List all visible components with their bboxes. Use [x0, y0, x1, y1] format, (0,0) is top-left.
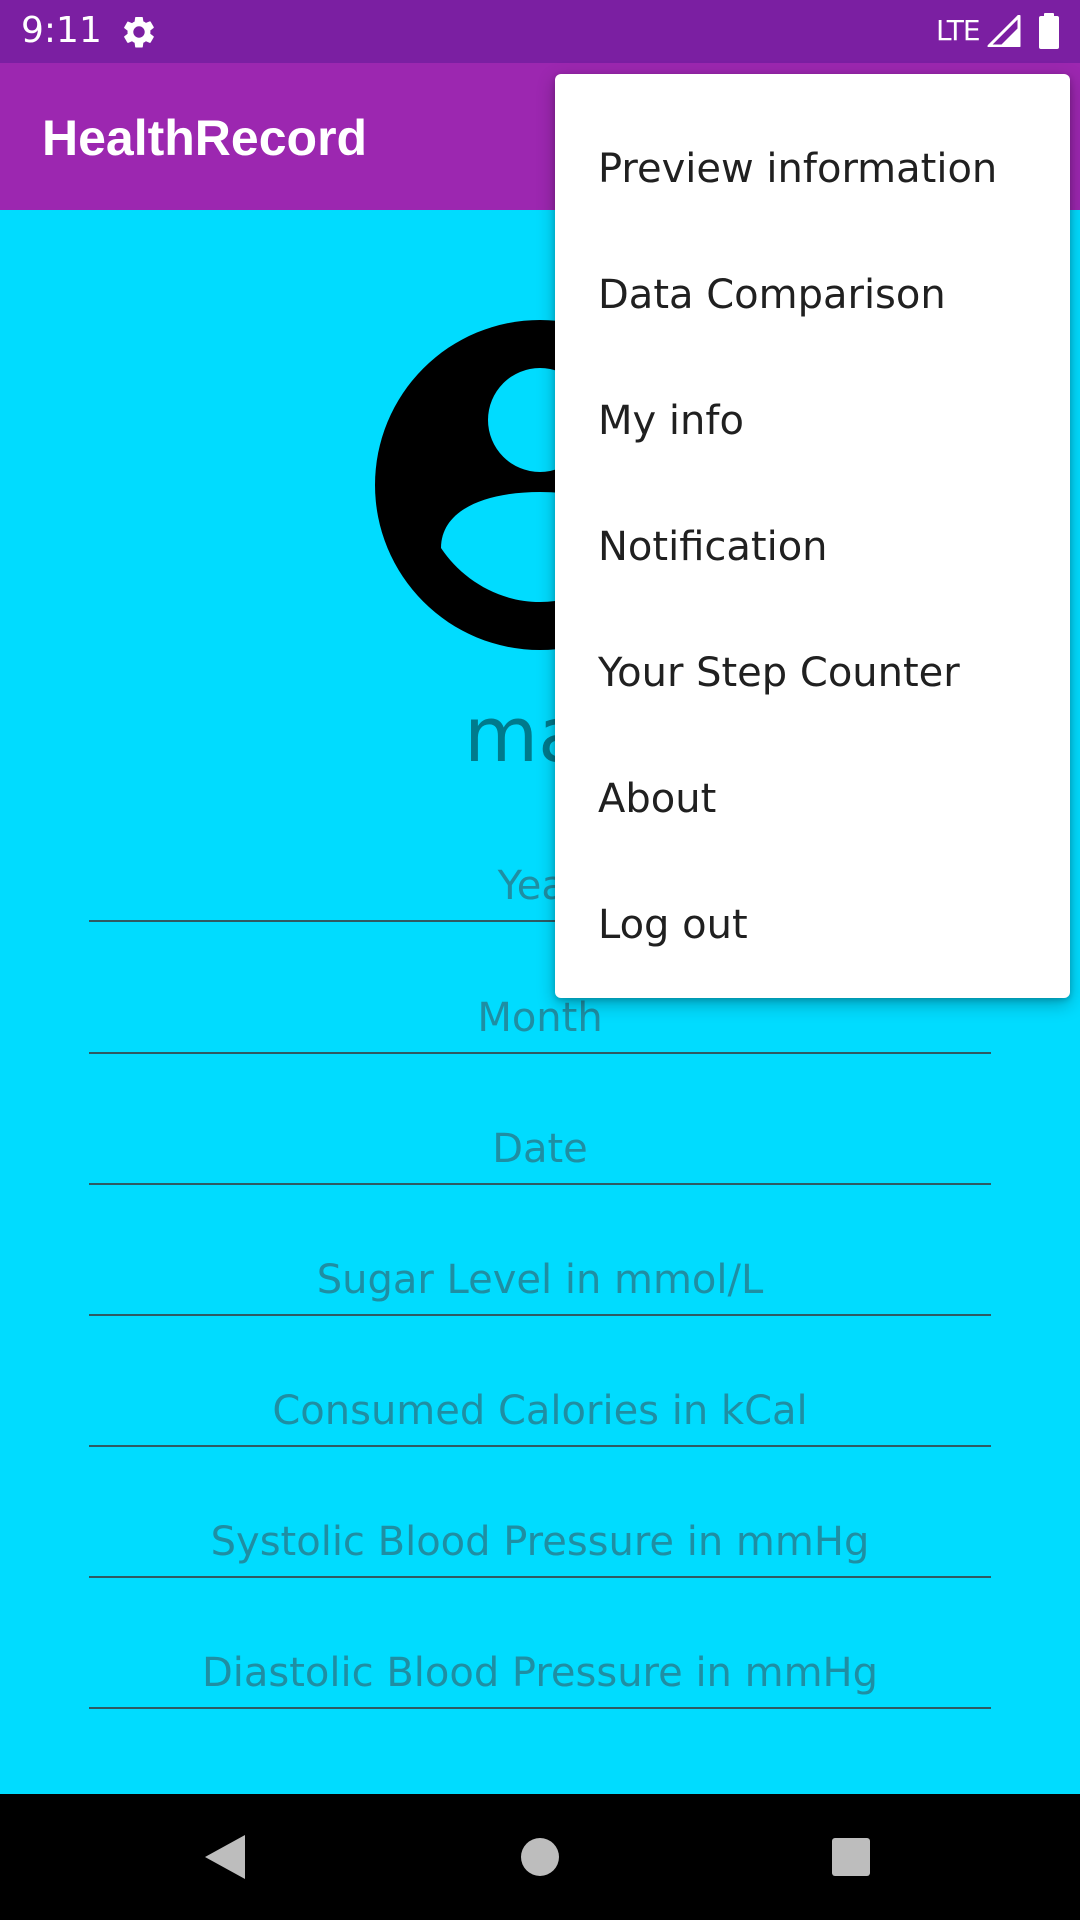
signal-icon: [987, 15, 1021, 47]
status-bar: 9:11 LTE: [0, 0, 1080, 63]
calories-field-container: [89, 1377, 991, 1447]
status-time: 9:11: [21, 10, 102, 51]
navigation-bar: [0, 1794, 1080, 1920]
menu-item-about[interactable]: About: [555, 736, 1070, 862]
sugar-field-container: [89, 1246, 991, 1316]
back-icon: [205, 1835, 245, 1879]
menu-item-data-comparison[interactable]: Data Comparison: [555, 232, 1070, 358]
diastolic-pressure-input[interactable]: [89, 1639, 991, 1707]
menu-item-my-info[interactable]: My info: [555, 358, 1070, 484]
gear-icon: [124, 16, 154, 48]
menu-item-step-counter[interactable]: Your Step Counter: [555, 610, 1070, 736]
home-icon: [521, 1838, 559, 1876]
overflow-menu: Preview information Data Comparison My i…: [555, 74, 1070, 998]
network-type: LTE: [936, 14, 981, 47]
menu-item-log-out[interactable]: Log out: [555, 862, 1070, 988]
date-input[interactable]: [89, 1115, 991, 1183]
menu-item-notification[interactable]: Notification: [555, 484, 1070, 610]
systolic-pressure-input[interactable]: [89, 1508, 991, 1576]
recents-icon: [832, 1838, 870, 1876]
home-button[interactable]: [480, 1794, 600, 1920]
diastolic-field-container: [89, 1639, 991, 1709]
app-title: HealthRecord: [42, 110, 368, 166]
battery-icon: [1039, 13, 1059, 49]
recents-button[interactable]: [791, 1794, 911, 1920]
menu-item-preview-information[interactable]: Preview information: [555, 106, 1070, 232]
back-button[interactable]: [165, 1794, 285, 1920]
sugar-level-input[interactable]: [89, 1246, 991, 1314]
calories-input[interactable]: [89, 1377, 991, 1445]
systolic-field-container: [89, 1508, 991, 1578]
date-field-container: [89, 1115, 991, 1185]
